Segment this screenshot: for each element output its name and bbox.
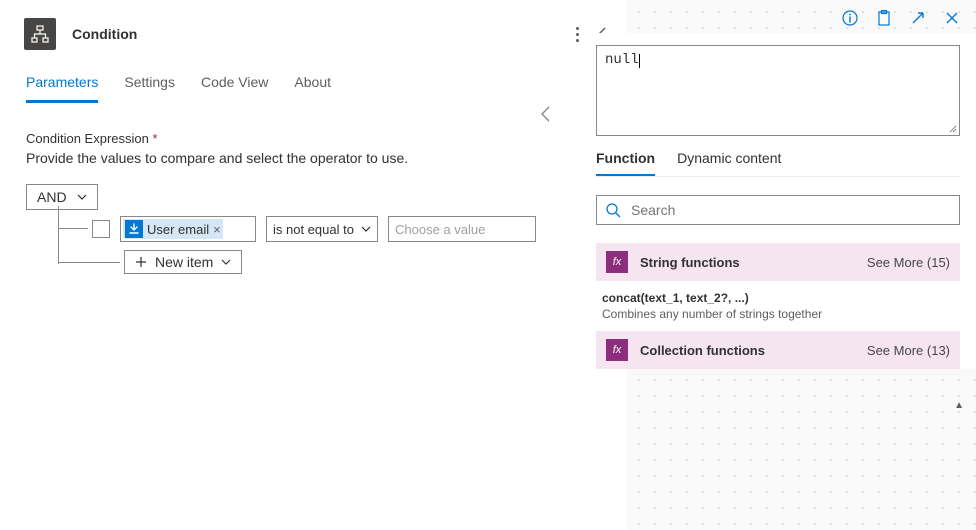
value-placeholder: Choose a value: [395, 222, 485, 237]
function-description: Combines any number of strings together: [602, 307, 950, 321]
search-input[interactable]: [631, 202, 951, 218]
chevron-down-icon: [361, 224, 371, 234]
condition-icon: [24, 18, 56, 50]
tab-parameters[interactable]: Parameters: [26, 74, 98, 103]
tab-codeview[interactable]: Code View: [201, 74, 268, 103]
expression-text: null: [605, 52, 639, 68]
expression-flyout: null Function Dynamic content fx String …: [580, 33, 976, 369]
plus-icon: [135, 256, 147, 268]
canvas-panel: null Function Dynamic content fx String …: [627, 0, 976, 530]
fx-icon: fx: [606, 339, 628, 361]
settings-tabs: Parameters Settings Code View About: [0, 64, 627, 103]
panel-header: Condition: [0, 0, 627, 64]
callout-notch-fill: [543, 107, 550, 121]
function-search[interactable]: [596, 195, 960, 225]
tree-line-vertical: [58, 206, 59, 264]
tab-settings[interactable]: Settings: [124, 74, 175, 103]
category-title: Collection functions: [640, 343, 765, 358]
condition-row: User email × is not equal to Choose a va…: [92, 216, 536, 242]
expression-textarea[interactable]: null: [596, 45, 960, 136]
label-text: Condition Expression: [26, 131, 149, 146]
field-description: Provide the values to compare and select…: [26, 150, 601, 166]
operator-dropdown[interactable]: is not equal to: [266, 216, 378, 242]
tab-function[interactable]: Function: [596, 150, 655, 176]
category-collection-functions[interactable]: fx Collection functions See More (13): [596, 331, 960, 369]
tree-line-h2: [58, 262, 120, 263]
see-more-link[interactable]: See More (13): [867, 343, 950, 358]
and-group-button[interactable]: AND: [26, 184, 98, 210]
fx-icon: fx: [606, 251, 628, 273]
close-icon[interactable]: [944, 10, 960, 26]
function-item-concat[interactable]: concat(text_1, text_2?, ...) Combines an…: [596, 281, 960, 327]
tab-about[interactable]: About: [294, 74, 331, 103]
panel-title: Condition: [72, 26, 576, 42]
chevron-down-icon: [221, 257, 231, 267]
flyout-subtabs: Function Dynamic content: [596, 150, 960, 177]
scroll-up-icon[interactable]: ▲: [954, 400, 964, 411]
user-email-token[interactable]: User email ×: [123, 219, 223, 239]
chevron-down-icon: [77, 192, 87, 202]
left-operand-field[interactable]: User email ×: [120, 216, 256, 242]
more-icon[interactable]: [576, 27, 579, 42]
search-icon: [605, 202, 621, 218]
category-string-functions[interactable]: fx String functions See More (15): [596, 243, 960, 281]
expand-icon[interactable]: [910, 10, 926, 26]
operator-label: is not equal to: [273, 222, 354, 237]
resize-handle-icon[interactable]: [947, 123, 957, 133]
row-checkbox[interactable]: [92, 220, 110, 238]
and-label: AND: [37, 189, 67, 205]
info-icon[interactable]: [842, 10, 858, 26]
clipboard-icon[interactable]: [876, 10, 892, 26]
tab-dynamic-content[interactable]: Dynamic content: [677, 150, 781, 176]
dynamic-content-icon: [125, 220, 143, 238]
field-label: Condition Expression *: [26, 131, 601, 146]
token-label: User email: [147, 222, 209, 237]
condition-section: Condition Expression * Provide the value…: [0, 103, 627, 166]
condition-panel: Condition Parameters Settings Code View …: [0, 0, 627, 530]
text-caret: [639, 52, 640, 68]
new-item-row: New item: [124, 250, 242, 274]
expression-builder: AND User email × is n: [0, 166, 627, 210]
function-signature: concat(text_1, text_2?, ...): [602, 291, 950, 305]
value-input[interactable]: Choose a value: [388, 216, 536, 242]
flyout-header-actions: [842, 0, 976, 26]
category-title: String functions: [640, 255, 740, 270]
new-item-label: New item: [155, 254, 213, 270]
tree-line-h1: [58, 228, 88, 229]
see-more-link[interactable]: See More (15): [867, 255, 950, 270]
new-item-button[interactable]: New item: [124, 250, 242, 274]
required-asterisk: *: [152, 131, 157, 146]
remove-token-icon[interactable]: ×: [213, 222, 221, 237]
